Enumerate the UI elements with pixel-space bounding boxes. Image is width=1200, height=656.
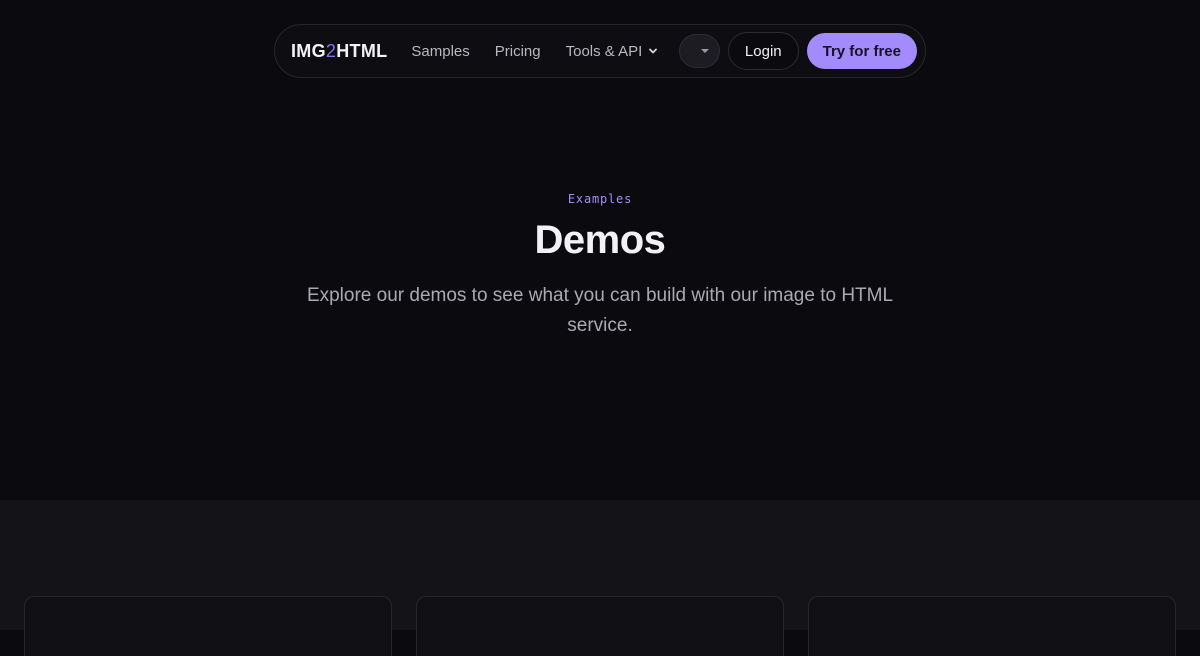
nav-links: Samples Pricing Tools & API [411, 43, 658, 60]
hero-section: IMG 2 HTML Samples Pricing Tools & API Log… [0, 0, 1200, 500]
demo-card[interactable] [24, 596, 392, 656]
page-subtitle: Explore our demos to see what you can bu… [306, 285, 894, 336]
language-select[interactable] [679, 34, 720, 68]
try-for-free-button[interactable]: Try for free [806, 33, 917, 69]
demo-card[interactable] [808, 596, 1176, 656]
site-logo[interactable]: IMG 2 HTML [291, 41, 387, 62]
chevron-down-icon [649, 48, 658, 54]
demo-card[interactable] [416, 596, 784, 656]
logo-text-html: HTML [336, 40, 388, 61]
logo-text-img: IMG [291, 40, 326, 61]
hero-eyebrow: Examples [567, 192, 633, 206]
nav-dropdown-tools-api[interactable]: Tools & API [566, 43, 659, 60]
demos-grid [0, 500, 1200, 656]
login-button[interactable]: Login [727, 32, 799, 70]
nav-link-pricing[interactable]: Pricing [495, 43, 541, 60]
caret-down-icon [700, 49, 709, 53]
nav-dropdown-label: Tools & API [565, 42, 643, 60]
page-title: Demos [534, 218, 666, 262]
logo-text-two: 2 [325, 40, 337, 61]
top-navbar: IMG 2 HTML Samples Pricing Tools & API Log… [274, 24, 926, 78]
nav-link-samples[interactable]: Samples [411, 43, 469, 60]
